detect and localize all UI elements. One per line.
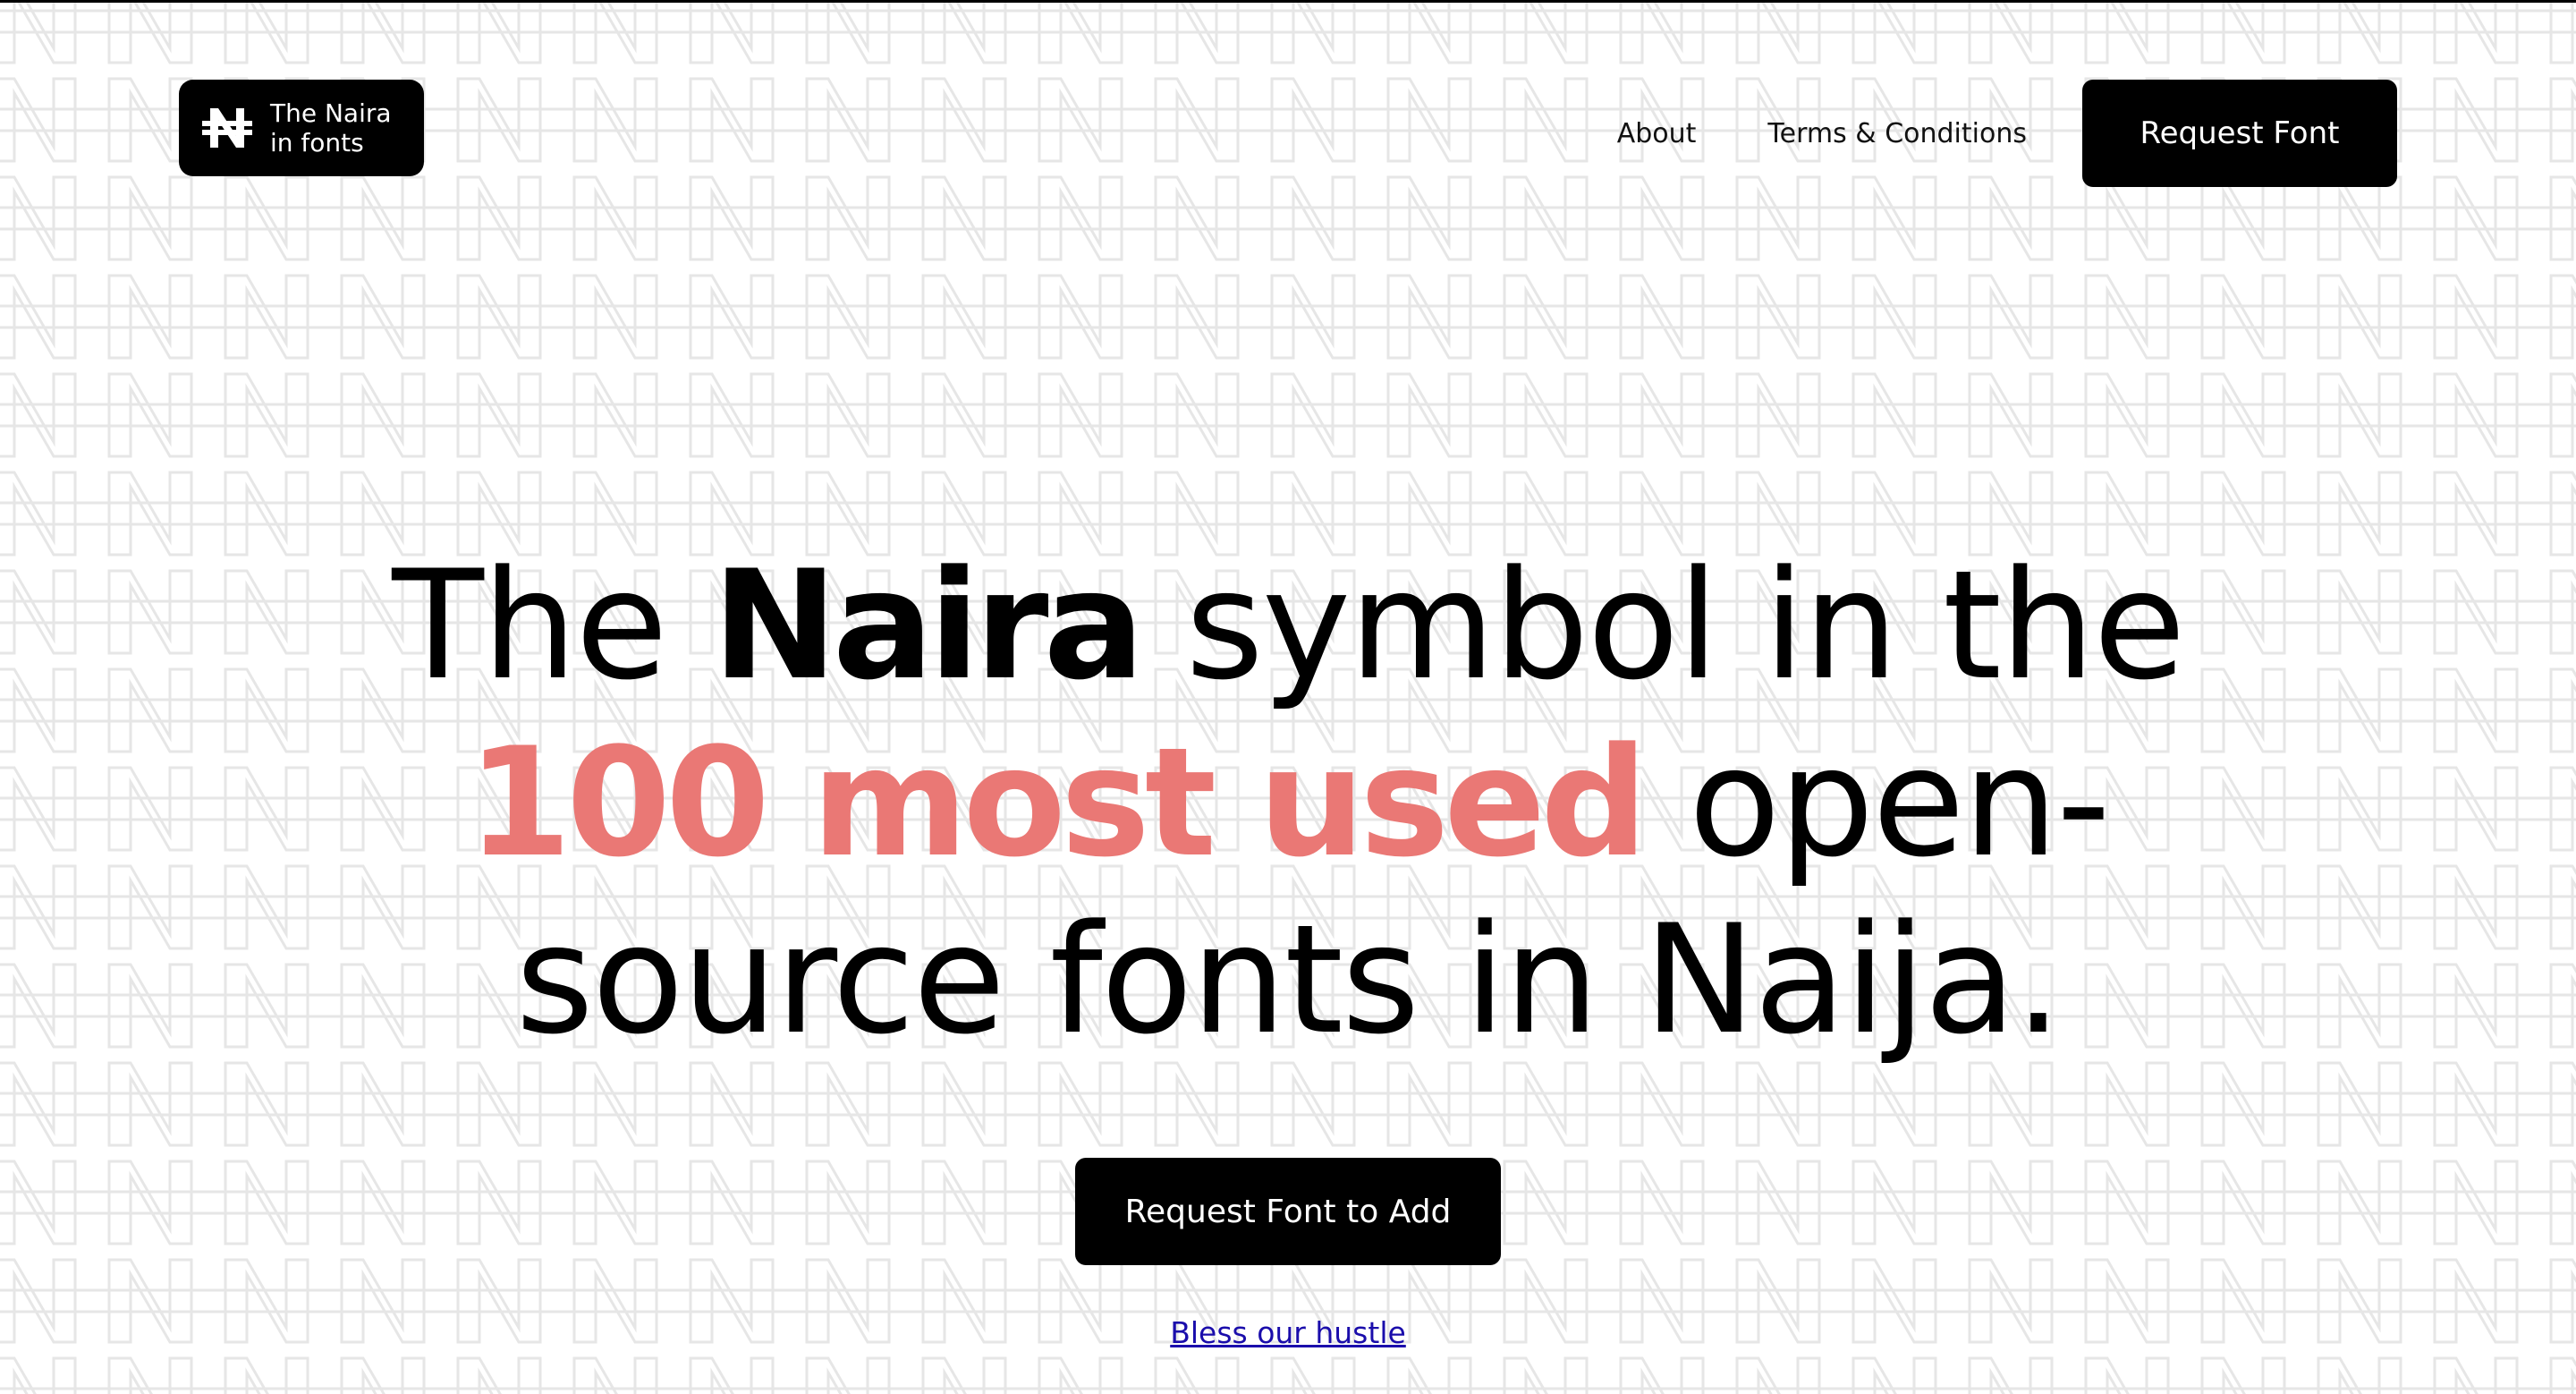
- logo-text: The Naira in fonts: [270, 98, 392, 157]
- headline-the: The: [392, 538, 713, 713]
- headline-open: open-: [1642, 715, 2111, 890]
- headline-line-3: source fonts in Naija.: [515, 892, 2062, 1067]
- logo-line-2: in fonts: [270, 128, 364, 157]
- site-logo[interactable]: The Naira in fonts: [179, 80, 424, 176]
- naira-icon: [202, 108, 252, 148]
- headline-line-2: 100 most used open-: [0, 714, 2576, 891]
- headline-line-1: The Naira symbol in the: [0, 537, 2576, 714]
- bless-link-wrap: Bless our hustle: [0, 1315, 2576, 1350]
- request-font-to-add-button[interactable]: Request Font to Add: [1075, 1158, 1501, 1265]
- headline-naira: Naira: [712, 538, 1145, 713]
- nav-terms-link[interactable]: Terms & Conditions: [1767, 118, 2027, 149]
- logo-line-1: The Naira: [270, 98, 392, 128]
- top-nav: About Terms & Conditions Request Font: [1617, 80, 2397, 187]
- bless-our-hustle-link[interactable]: Bless our hustle: [1170, 1315, 1406, 1350]
- headline-accent: 100 most used: [467, 715, 1648, 890]
- page: The Naira in fonts About Terms & Conditi…: [0, 0, 2576, 1394]
- hero-headline: The Naira symbol in the 100 most used op…: [0, 537, 2576, 1068]
- nav-about-link[interactable]: About: [1617, 118, 1697, 149]
- headline-symbol-in-the: symbol in the: [1139, 538, 2185, 713]
- request-font-button[interactable]: Request Font: [2082, 80, 2397, 187]
- hero: The Naira symbol in the 100 most used op…: [0, 537, 2576, 1068]
- top-border: [0, 0, 2576, 3]
